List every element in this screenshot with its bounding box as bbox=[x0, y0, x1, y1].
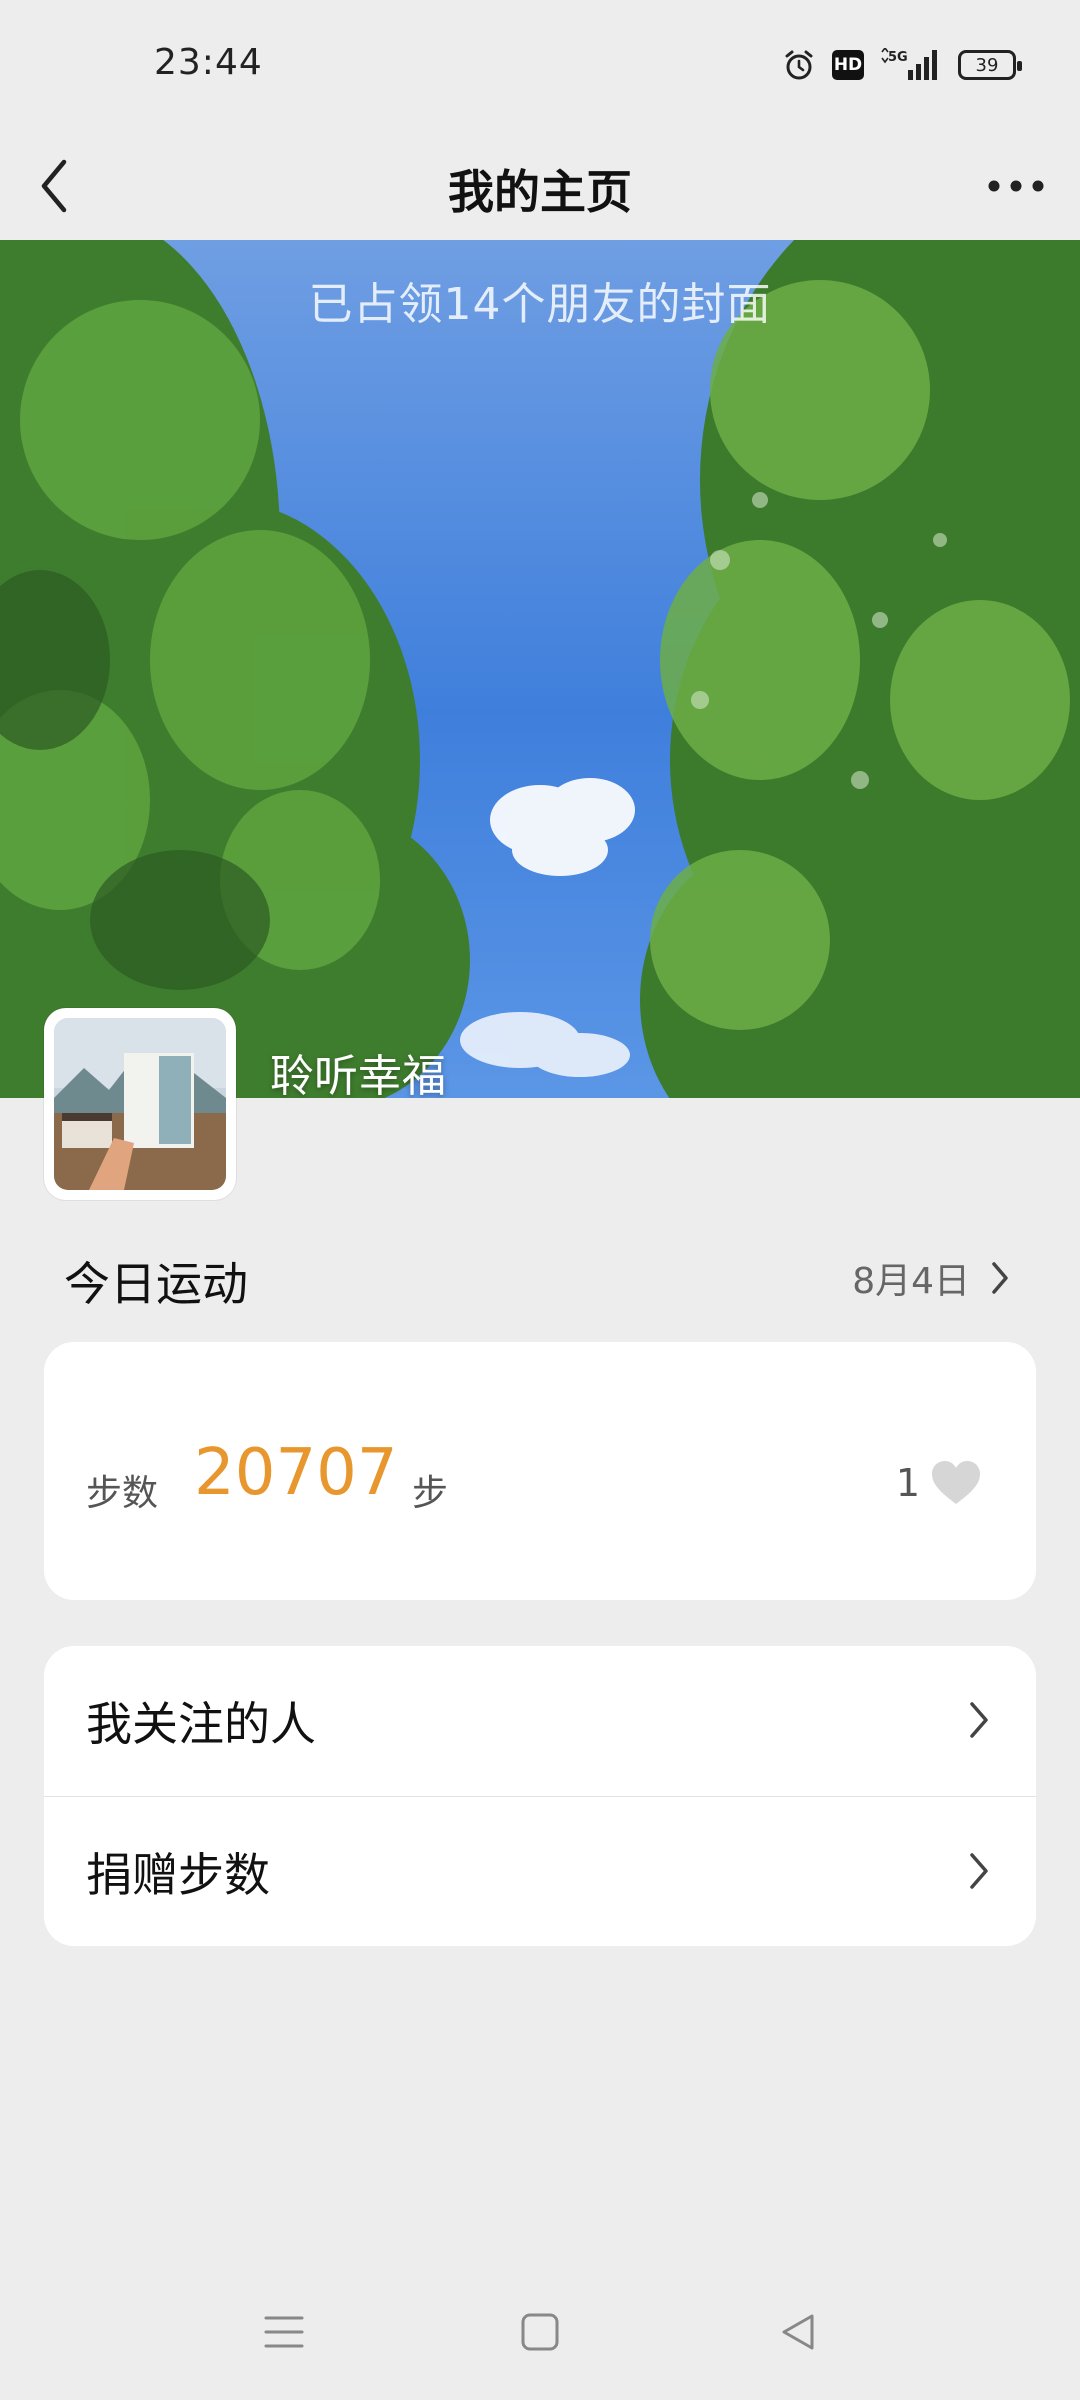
hd-badge: HD bbox=[832, 50, 864, 80]
date-selector[interactable]: 8月4日 bbox=[852, 1252, 1010, 1304]
avatar-image bbox=[54, 1018, 226, 1190]
profile-screen: 23:44 HD 5G 39 我的主页 已占领14个朋友的封面 聆听幸福 今日运… bbox=[0, 0, 1080, 2400]
menu-card: 我关注的人 捐赠步数 bbox=[44, 1646, 1036, 1946]
triangle-back-icon[interactable] bbox=[776, 2310, 820, 2354]
steps-card[interactable]: 步数 20707 步 1 bbox=[44, 1342, 1036, 1600]
menu-lines-icon[interactable] bbox=[262, 2310, 306, 2354]
signal-5g-icon: 5G bbox=[881, 48, 937, 80]
steps-label: 步数 bbox=[86, 1473, 159, 1514]
cover-image[interactable]: 已占领14个朋友的封面 聆听幸福 bbox=[0, 240, 1080, 1098]
sky-trees-illustration bbox=[0, 240, 1080, 1098]
steps-unit: 步 bbox=[412, 1473, 449, 1514]
square-home-icon[interactable] bbox=[518, 2310, 562, 2354]
chevron-right-icon bbox=[970, 1702, 988, 1738]
chevron-right-icon bbox=[970, 1853, 988, 1889]
battery-icon: 39 bbox=[958, 50, 1022, 80]
status-bar: 23:44 HD 5G 39 bbox=[0, 0, 1080, 136]
username: 聆听幸福 bbox=[270, 1051, 446, 1098]
menu-item-following[interactable]: 我关注的人 bbox=[44, 1646, 1036, 1796]
status-time: 23:44 bbox=[154, 42, 263, 83]
system-nav-bar bbox=[0, 2300, 1080, 2380]
section-title-today: 今日运动 bbox=[64, 1257, 248, 1311]
chevron-right-icon bbox=[992, 1262, 1008, 1294]
nav-header: 我的主页 bbox=[0, 136, 1080, 240]
svg-text:5G: 5G bbox=[888, 50, 908, 65]
menu-item-donate-steps[interactable]: 捐赠步数 bbox=[44, 1796, 1036, 1946]
cover-caption: 已占领14个朋友的封面 bbox=[308, 279, 772, 330]
alarm-clock-icon bbox=[785, 50, 813, 80]
page-title: 我的主页 bbox=[448, 165, 632, 219]
more-dots-icon[interactable] bbox=[986, 174, 1046, 198]
heart-icon bbox=[932, 1461, 980, 1504]
menu-item-label: 我关注的人 bbox=[86, 1697, 316, 1751]
avatar[interactable] bbox=[44, 1008, 236, 1200]
like-count: 1 bbox=[895, 1461, 920, 1505]
steps-value: 20707 bbox=[194, 1436, 398, 1510]
like-button[interactable]: 1 bbox=[896, 1460, 982, 1506]
menu-item-label: 捐赠步数 bbox=[86, 1847, 270, 1902]
date-label: 8月4日 bbox=[852, 1261, 970, 1302]
status-icons: HD 5G 39 bbox=[782, 48, 1022, 82]
